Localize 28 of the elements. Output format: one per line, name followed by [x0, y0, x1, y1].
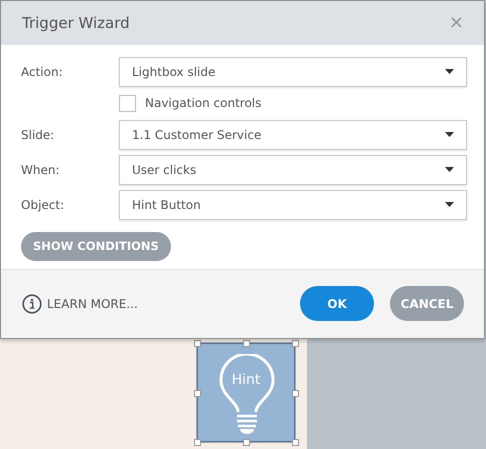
dropdown-field[interactable]: 1.1 Customer Service — [119, 120, 467, 150]
field-label: Object: — [21, 196, 66, 214]
resize-handle[interactable] — [292, 340, 299, 347]
dropdown-field[interactable]: User clicks — [119, 154, 467, 185]
resize-handle[interactable] — [194, 340, 201, 347]
resize-handle[interactable] — [243, 340, 250, 347]
resize-handle[interactable] — [194, 439, 201, 446]
resize-handle[interactable] — [292, 390, 299, 397]
checkbox-label: Navigation controls — [145, 95, 262, 112]
caret-icon — [445, 69, 454, 74]
resize-handle[interactable] — [292, 439, 299, 446]
checkbox[interactable] — [119, 94, 136, 112]
resize-handle[interactable] — [243, 439, 250, 446]
dropdown-field[interactable]: Hint Button — [119, 190, 467, 220]
dropdown-field[interactable]: Lightbox slide — [119, 56, 467, 87]
field-label: Slide: — [21, 126, 56, 144]
field-label: When: — [21, 162, 61, 179]
learn-more-link[interactable]: LEARN MORE... — [22, 294, 138, 314]
lightbulb-icon — [217, 354, 277, 436]
field-label: Action: — [21, 64, 64, 81]
info-icon — [22, 294, 42, 314]
caret-icon — [445, 167, 454, 172]
caret-icon — [445, 132, 454, 138]
ok-button[interactable]: OK — [300, 286, 374, 322]
dialog-title: Trigger Wizard — [22, 12, 130, 34]
hint-label: Hint — [230, 371, 262, 390]
resize-handle[interactable] — [194, 390, 201, 397]
caret-icon — [445, 202, 454, 208]
